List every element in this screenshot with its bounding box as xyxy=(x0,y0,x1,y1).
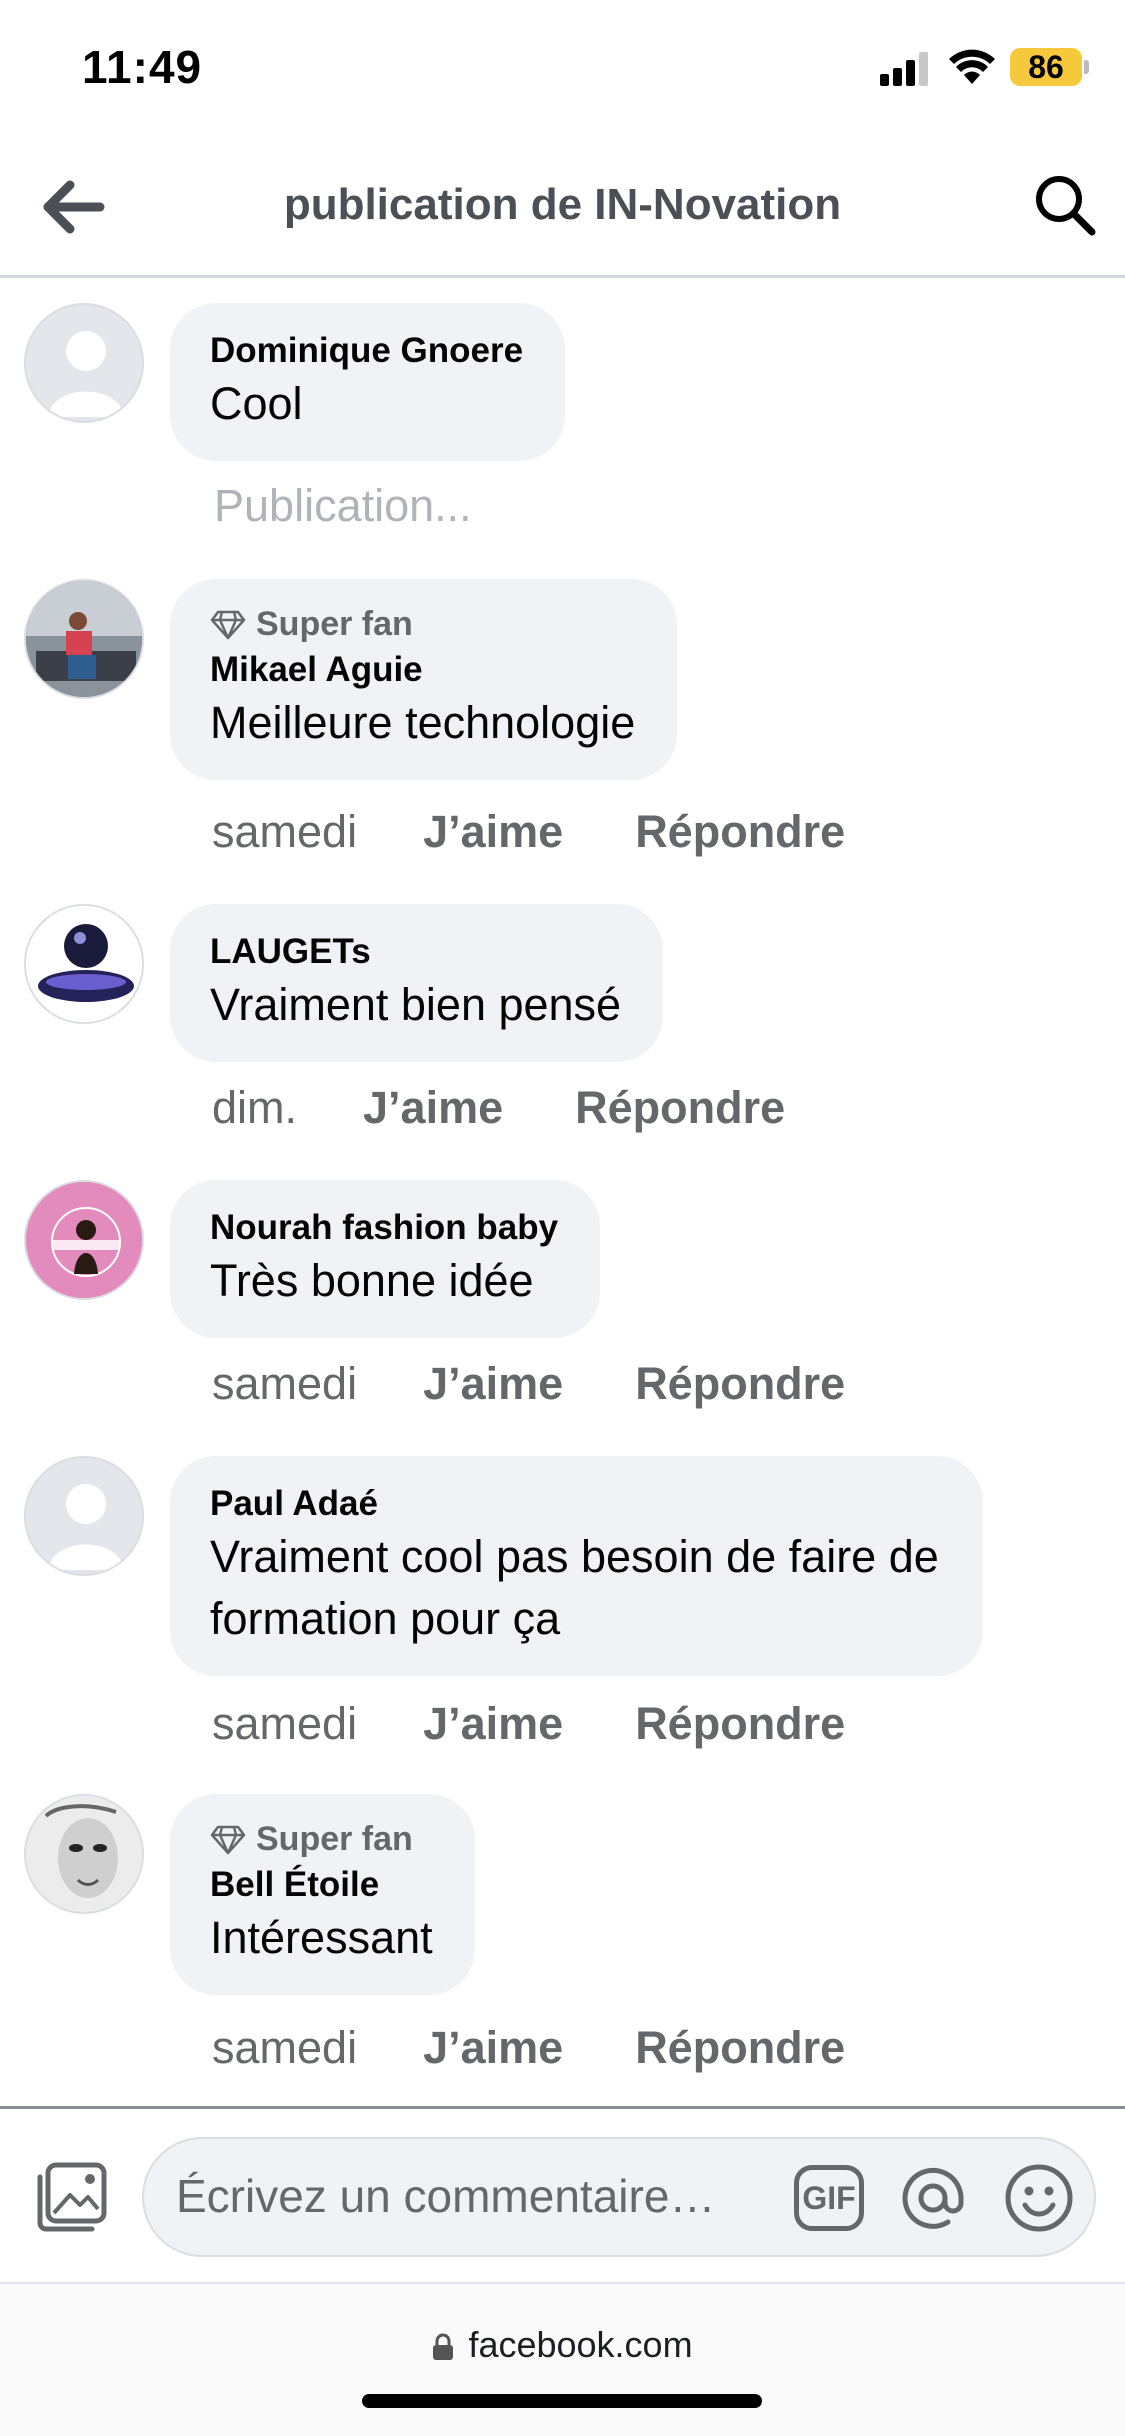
badge-label: Super fan xyxy=(256,605,413,643)
comment-composer: Écrivez un commentaire… GIF xyxy=(0,2106,1125,2282)
comment-author[interactable]: Dominique Gnoere xyxy=(210,329,523,373)
comment-time[interactable]: samedi xyxy=(212,806,357,858)
comment-time[interactable]: samedi xyxy=(212,1358,357,1410)
status-time: 11:49 xyxy=(82,41,203,93)
comment-time[interactable]: samedi xyxy=(212,1698,357,1750)
comment-time[interactable]: samedi xyxy=(212,2022,357,2074)
user-silhouette-icon xyxy=(48,1484,124,1570)
comment-text: Meilleure technologie xyxy=(210,697,636,748)
wifi-icon xyxy=(949,49,995,84)
comment-text-line: formation pour ça xyxy=(210,1593,561,1644)
avatar-image xyxy=(26,581,142,697)
comment-text: Cool xyxy=(210,378,303,429)
browser-url-bar[interactable]: facebook.com xyxy=(0,2282,1125,2436)
lock-icon xyxy=(433,2333,454,2360)
gif-button[interactable]: GIF xyxy=(794,2165,864,2231)
url-text[interactable]: facebook.com xyxy=(468,2324,692,2365)
avatar-image xyxy=(26,1182,142,1298)
reply-button[interactable]: Répondre xyxy=(635,1698,845,1750)
search-icon[interactable] xyxy=(1030,170,1100,240)
reply-button[interactable]: Répondre xyxy=(635,2022,845,2074)
home-indicator[interactable] xyxy=(362,2394,762,2408)
comment-text: Vraiment bien pensé xyxy=(210,979,622,1030)
like-button[interactable]: J’aime xyxy=(423,1358,563,1410)
comment-actions: samedi J’aime Répondre xyxy=(212,1358,845,1410)
signal-icon xyxy=(880,50,932,86)
comment-bubble: LAUGETs Vraiment bien pensé xyxy=(170,904,664,1062)
comment-time[interactable]: dim. xyxy=(212,1082,297,1134)
posting-status: Publication... xyxy=(214,480,472,531)
smiley-icon[interactable] xyxy=(1002,2161,1076,2235)
comment-author[interactable]: Paul Adaé xyxy=(210,1482,939,1526)
like-button[interactable]: J’aime xyxy=(363,1082,503,1134)
avatar-default[interactable] xyxy=(24,1456,144,1576)
avatar-image xyxy=(26,906,142,1022)
user-silhouette-icon xyxy=(48,331,124,417)
comment-author[interactable]: Nourah fashion baby xyxy=(210,1206,558,1250)
comment-text-line: Vraiment cool pas besoin de faire de xyxy=(210,1531,939,1582)
url-display[interactable]: facebook.com xyxy=(0,2324,1125,2366)
reply-button[interactable]: Répondre xyxy=(635,1358,845,1410)
reply-button[interactable]: Répondre xyxy=(575,1082,785,1134)
super-fan-badge: Super fan xyxy=(210,605,635,644)
reply-button[interactable]: Répondre xyxy=(635,806,845,858)
comment-bubble: Dominique Gnoere Cool xyxy=(170,303,566,461)
avatar-default[interactable] xyxy=(24,303,144,423)
avatar-photo[interactable] xyxy=(24,1180,144,1300)
comment-input[interactable]: Écrivez un commentaire… GIF xyxy=(142,2137,1096,2257)
avatar-photo[interactable] xyxy=(24,579,144,699)
comment-bubble: Paul Adaé Vraiment cool pas besoin de fa… xyxy=(170,1456,983,1676)
comment-text: Intéressant xyxy=(210,1912,433,1963)
battery-indicator: 86 xyxy=(1010,48,1082,86)
like-button[interactable]: J’aime xyxy=(423,806,563,858)
super-fan-badge: Super fan xyxy=(210,1820,433,1859)
comment-author[interactable]: Mikael Aguie xyxy=(210,648,635,692)
comment-bubble: Nourah fashion baby Très bonne idée xyxy=(170,1180,601,1338)
diamond-icon xyxy=(210,1825,246,1854)
page-title: publication de IN-Novation xyxy=(283,180,842,229)
comment-actions: dim. J’aime Répondre xyxy=(212,1082,785,1134)
badge-label: Super fan xyxy=(256,1820,413,1858)
comment-actions: samedi J’aime Répondre xyxy=(212,1698,845,1750)
comment-actions: samedi J’aime Répondre xyxy=(212,806,845,858)
diamond-icon xyxy=(210,610,246,639)
photo-icon[interactable] xyxy=(34,2161,110,2233)
like-button[interactable]: J’aime xyxy=(423,1698,563,1750)
status-bar: 11:49 86 xyxy=(0,0,1125,140)
comment-bubble: Super fan Mikael Aguie Meilleure technol… xyxy=(170,579,678,780)
comment-input-placeholder[interactable]: Écrivez un commentaire… xyxy=(176,2169,715,2223)
like-button[interactable]: J’aime xyxy=(423,2022,563,2074)
page-header: publication de IN-Novation xyxy=(0,140,1125,278)
comment-author[interactable]: LAUGETs xyxy=(210,930,621,974)
avatar-photo[interactable] xyxy=(24,1794,144,1914)
avatar-image xyxy=(26,1796,142,1912)
comment-author[interactable]: Bell Étoile xyxy=(210,1863,433,1907)
comment-actions: samedi J’aime Répondre xyxy=(212,2022,845,2074)
avatar-photo[interactable] xyxy=(24,904,144,1024)
comment-text: Très bonne idée xyxy=(210,1255,534,1306)
comment-bubble: Super fan Bell Étoile Intéressant xyxy=(170,1794,475,1995)
at-icon[interactable] xyxy=(896,2161,970,2235)
battery-nub xyxy=(1084,60,1089,74)
